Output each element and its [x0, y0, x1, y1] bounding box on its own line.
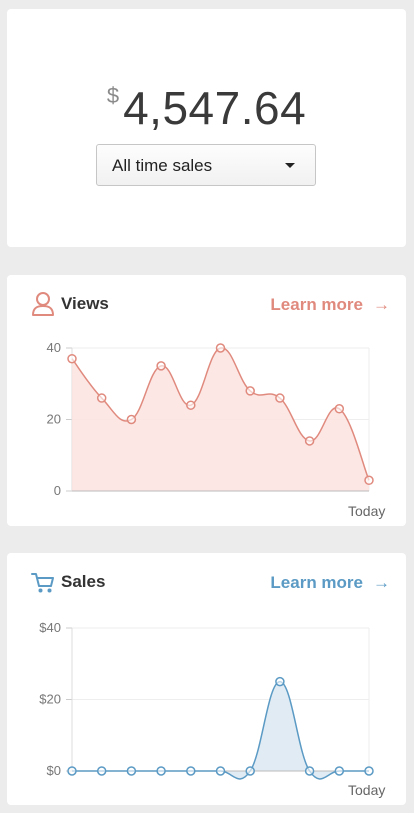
sales-card: $0 $20 $40 Sales Learn more → Today: [7, 553, 406, 805]
sales-data-point[interactable]: [67, 766, 77, 776]
sales-x-end-label: Today: [348, 782, 386, 798]
views-title: Views: [61, 294, 109, 313]
sales-data-point[interactable]: [96, 766, 107, 776]
sales-data-point[interactable]: [245, 766, 255, 776]
total-sales-card: $4,547.64 All time sales: [7, 9, 406, 247]
sales-series-line: [72, 680, 369, 780]
arrow-right-icon: →: [373, 295, 390, 314]
currency-symbol: $: [106, 83, 120, 108]
arrow-right-icon: →: [373, 573, 390, 592]
total-amount: $4,547.64: [7, 81, 406, 135]
views-header: Views Learn more →: [31, 291, 390, 317]
views-y-tick-label: 0: [54, 483, 61, 498]
sales-data-point[interactable]: [275, 676, 285, 687]
views-data-point[interactable]: [245, 386, 255, 396]
sales-title: Sales: [61, 572, 106, 591]
views-data-point[interactable]: [275, 393, 285, 403]
views-y-tick-label: 40: [47, 340, 61, 355]
views-data-point[interactable]: [96, 393, 107, 403]
sales-y-tick-label: $20: [39, 692, 61, 707]
sales-y-tick-label: $40: [39, 620, 61, 635]
sales-data-point[interactable]: [126, 766, 137, 776]
sales-y-tick-label: $0: [47, 763, 61, 778]
views-x-end-label: Today: [348, 503, 386, 519]
period-select-value: All time sales: [112, 156, 213, 175]
views-data-point[interactable]: [334, 404, 345, 414]
views-data-point[interactable]: [186, 400, 196, 410]
views-card: 0 20 40 Views Learn more → Today: [7, 275, 406, 526]
sales-data-point[interactable]: [364, 766, 374, 776]
cart-icon: [31, 573, 54, 593]
sales-data-point[interactable]: [186, 766, 196, 776]
views-data-point[interactable]: [215, 343, 226, 353]
views-data-point[interactable]: [304, 436, 315, 446]
sales-learn-more-label: Learn more: [270, 573, 363, 592]
views-learn-more-link[interactable]: Learn more →: [270, 295, 390, 315]
sales-data-point[interactable]: [304, 766, 315, 776]
views-data-point[interactable]: [364, 475, 374, 486]
views-data-point[interactable]: [156, 361, 166, 371]
amount-value: 4,547.64: [123, 82, 307, 134]
caret-down-icon: [285, 163, 295, 168]
sales-data-point[interactable]: [156, 766, 166, 776]
period-select[interactable]: All time sales: [96, 144, 316, 186]
views-y-tick-label: 20: [47, 412, 61, 427]
sales-data-point[interactable]: [334, 766, 345, 776]
user-icon: [32, 292, 54, 316]
sales-area-fill: [72, 681, 369, 779]
views-data-point[interactable]: [67, 353, 77, 364]
views-data-point[interactable]: [126, 414, 137, 425]
sales-header: Sales Learn more →: [31, 569, 390, 595]
sales-learn-more-link[interactable]: Learn more →: [270, 573, 390, 593]
sales-data-point[interactable]: [215, 766, 226, 776]
views-learn-more-label: Learn more: [270, 295, 363, 314]
